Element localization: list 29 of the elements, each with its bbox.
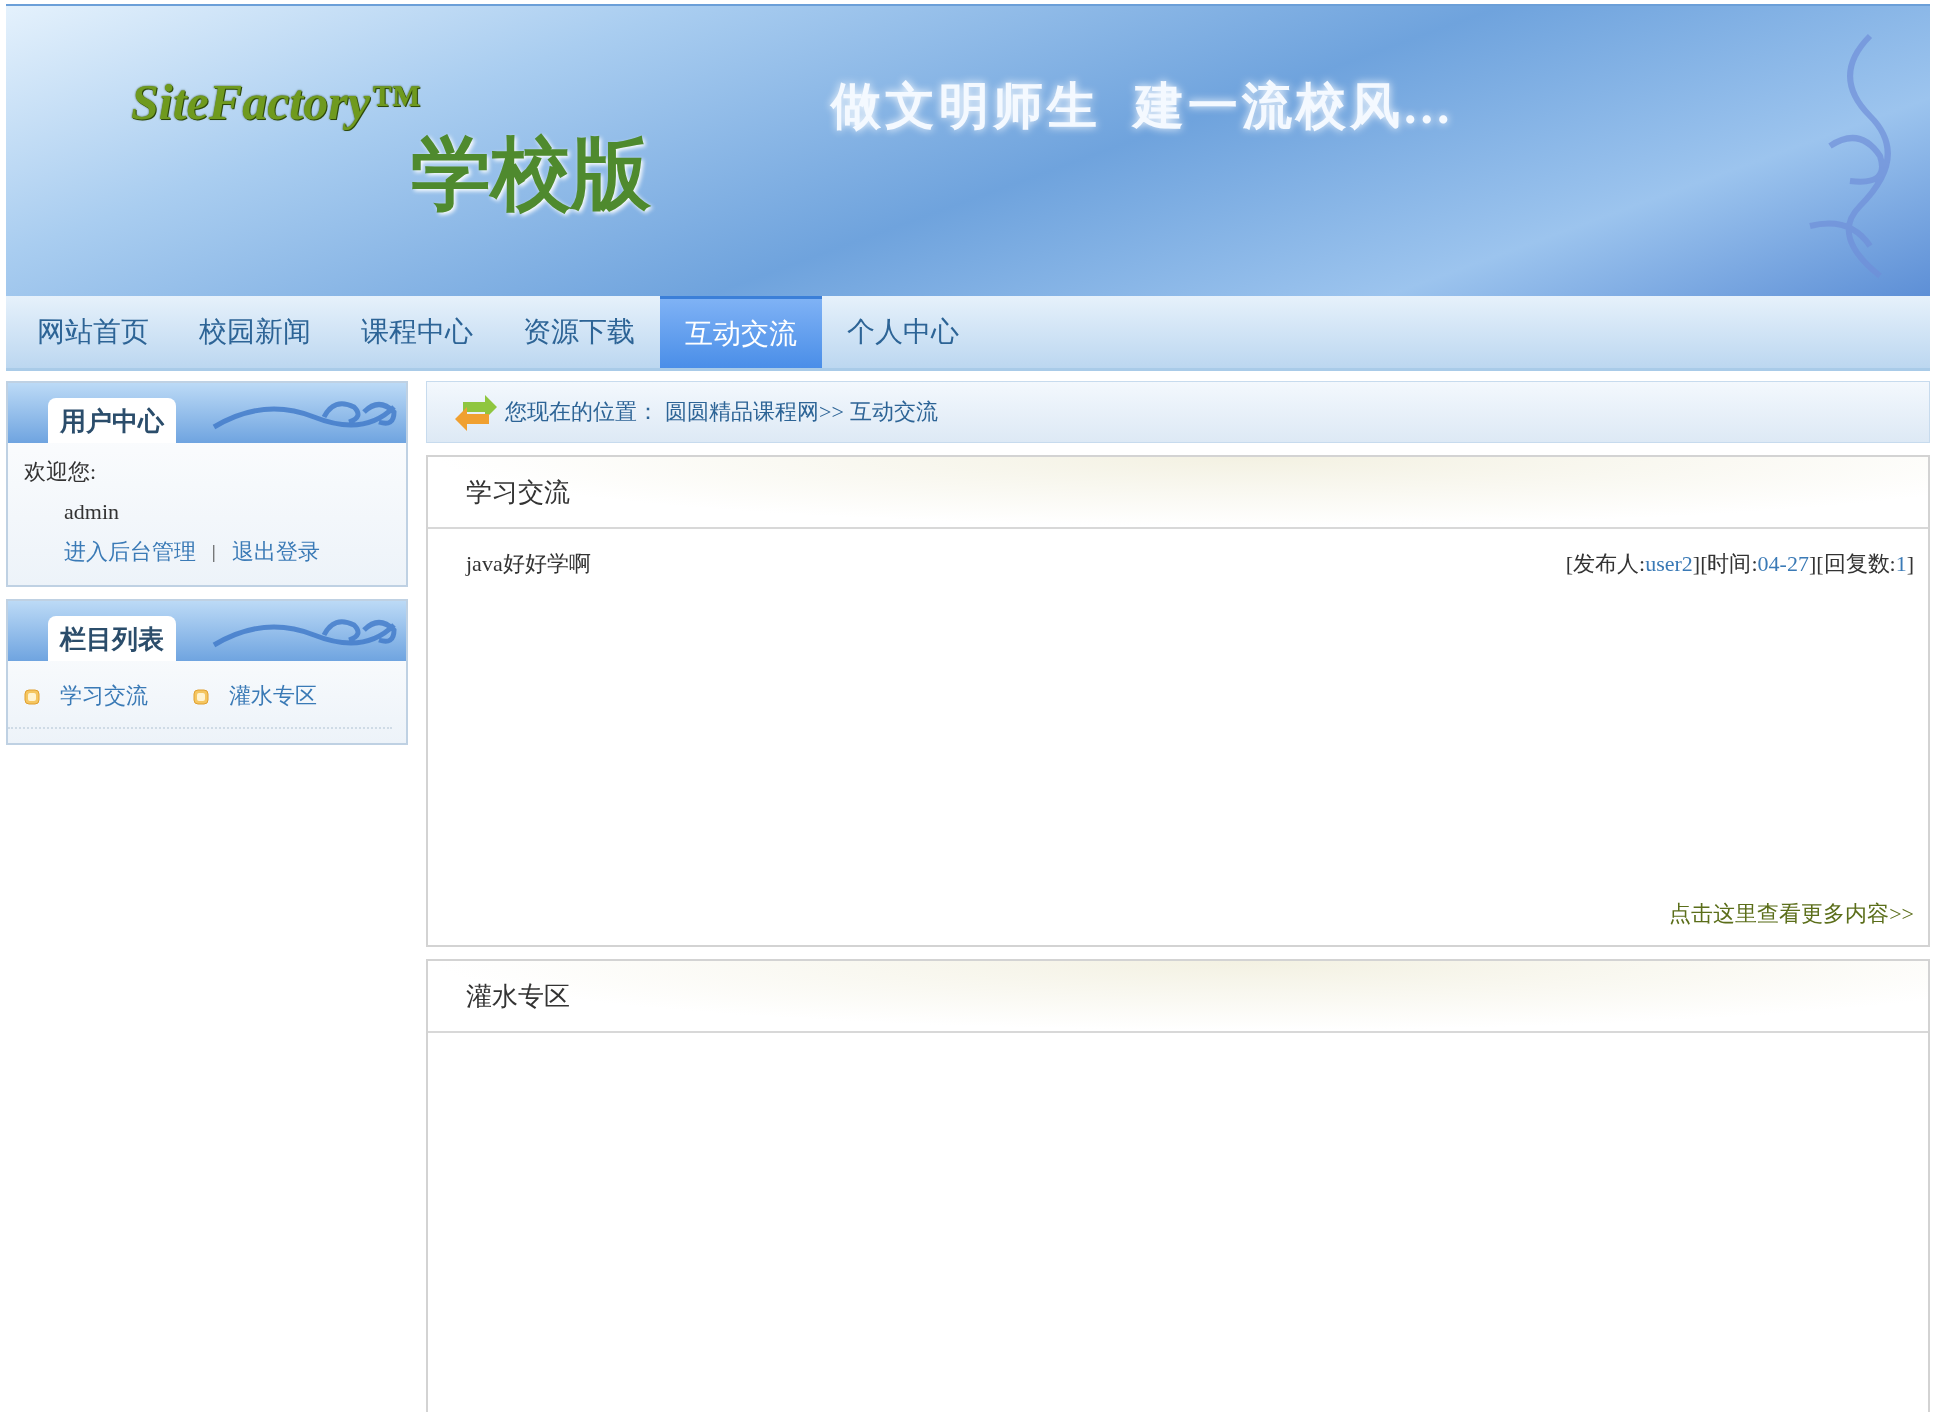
post-meta-text: [发布人:user2][时间:04-27][回复数:1]	[1565, 550, 1914, 578]
nav-tab[interactable]: 资源下载	[498, 296, 660, 368]
panel-title: 用户中心	[48, 398, 176, 443]
breadcrumb-link[interactable]: 圆圆精品课程网>>	[665, 397, 844, 427]
welcome-text: 欢迎您:	[24, 458, 98, 486]
nav-tab[interactable]: 课程中心	[336, 296, 498, 368]
nav-tab[interactable]: 网站首页	[12, 296, 174, 368]
location-label: 您现在的位置：	[505, 398, 659, 426]
link-separator: |	[212, 541, 216, 563]
more-link[interactable]: 点击这里查看更多内容>>	[1669, 899, 1914, 929]
slogan-text: 做文明师生 建一流校风...	[831, 76, 1454, 136]
bullet-icon	[24, 687, 40, 705]
column-link[interactable]: 学习交流	[60, 681, 148, 711]
section-title: 灌水专区	[466, 980, 570, 1013]
panel-title: 栏目列表	[48, 616, 176, 661]
breadcrumb-link[interactable]: 互动交流	[849, 397, 938, 427]
nav-tab[interactable]: 互动交流	[660, 296, 822, 368]
column-link[interactable]: 灌水专区	[229, 681, 317, 711]
nav-tab[interactable]: 个人中心	[822, 296, 984, 368]
admin-link[interactable]: 进入后台管理	[64, 537, 196, 567]
logo-text: SiteFactory™	[131, 73, 420, 131]
swap-arrows-icon	[453, 392, 499, 432]
edition-title: 学校版	[411, 130, 651, 220]
bullet-icon	[193, 687, 209, 705]
logout-link[interactable]: 退出登录	[231, 537, 320, 567]
nav-tab[interactable]: 校园新闻	[174, 296, 336, 368]
post-title-link[interactable]: java好好学啊	[466, 549, 591, 579]
username-text: admin	[63, 499, 120, 525]
section-title: 学习交流	[466, 476, 570, 509]
